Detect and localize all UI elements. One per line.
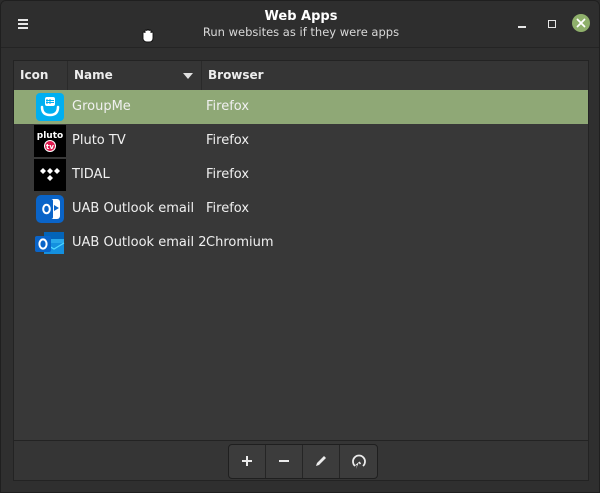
table-row[interactable]: GroupMe Firefox — [14, 90, 588, 124]
table-row[interactable]: pluto tv Pluto TV Firefox — [14, 124, 588, 158]
sort-descending-icon — [183, 73, 193, 79]
web-apps-list: Icon Name Browser GroupMe Firefox pluto — [13, 60, 589, 441]
column-header-browser[interactable]: Browser — [202, 61, 588, 90]
app-name: UAB Outlook email — [72, 201, 195, 216]
add-button[interactable] — [229, 445, 266, 478]
close-icon — [576, 18, 586, 28]
app-name: UAB Outlook email 2 — [72, 235, 207, 250]
action-button-group — [228, 444, 378, 479]
app-browser: Firefox — [206, 133, 250, 148]
column-header-name-label: Name — [74, 68, 113, 82]
outlook-icon — [35, 232, 65, 254]
web-apps-window: Web Apps Run websites as if they were ap… — [0, 0, 600, 493]
svg-text:pluto: pluto — [37, 131, 63, 141]
outlook-icon — [36, 195, 64, 223]
launch-button[interactable] — [340, 445, 377, 478]
app-browser: Firefox — [206, 201, 250, 216]
column-header-name[interactable]: Name — [68, 61, 202, 90]
remove-button[interactable] — [266, 445, 303, 478]
header-bar: Web Apps Run websites as if they were ap… — [1, 1, 599, 48]
bottom-toolbar — [13, 441, 589, 481]
pluto-tv-icon: pluto tv — [34, 125, 66, 157]
add-icon — [242, 456, 252, 466]
edit-button[interactable] — [303, 445, 340, 478]
edit-icon — [316, 456, 326, 466]
table-row[interactable]: UAB Outlook email 2 Chromium — [14, 226, 588, 260]
app-browser: Chromium — [206, 235, 274, 250]
minimize-button[interactable] — [511, 13, 533, 35]
app-browser: Firefox — [206, 167, 250, 182]
table-row[interactable]: UAB Outlook email Firefox — [14, 192, 588, 226]
hand-cursor-icon — [142, 29, 154, 43]
column-header-icon[interactable]: Icon — [14, 61, 68, 90]
svg-text:tv: tv — [46, 143, 54, 151]
table-row[interactable]: TIDAL Firefox — [14, 158, 588, 192]
app-browser: Firefox — [206, 99, 250, 114]
maximize-button[interactable] — [541, 13, 563, 35]
app-name: TIDAL — [72, 167, 110, 182]
launch-icon — [352, 454, 366, 469]
groupme-icon — [36, 93, 64, 121]
app-name: Pluto TV — [72, 133, 126, 148]
remove-icon — [279, 460, 289, 462]
close-button[interactable] — [572, 14, 590, 32]
tidal-icon — [34, 159, 66, 191]
column-headers: Icon Name Browser — [14, 61, 588, 91]
app-name: GroupMe — [72, 99, 131, 114]
